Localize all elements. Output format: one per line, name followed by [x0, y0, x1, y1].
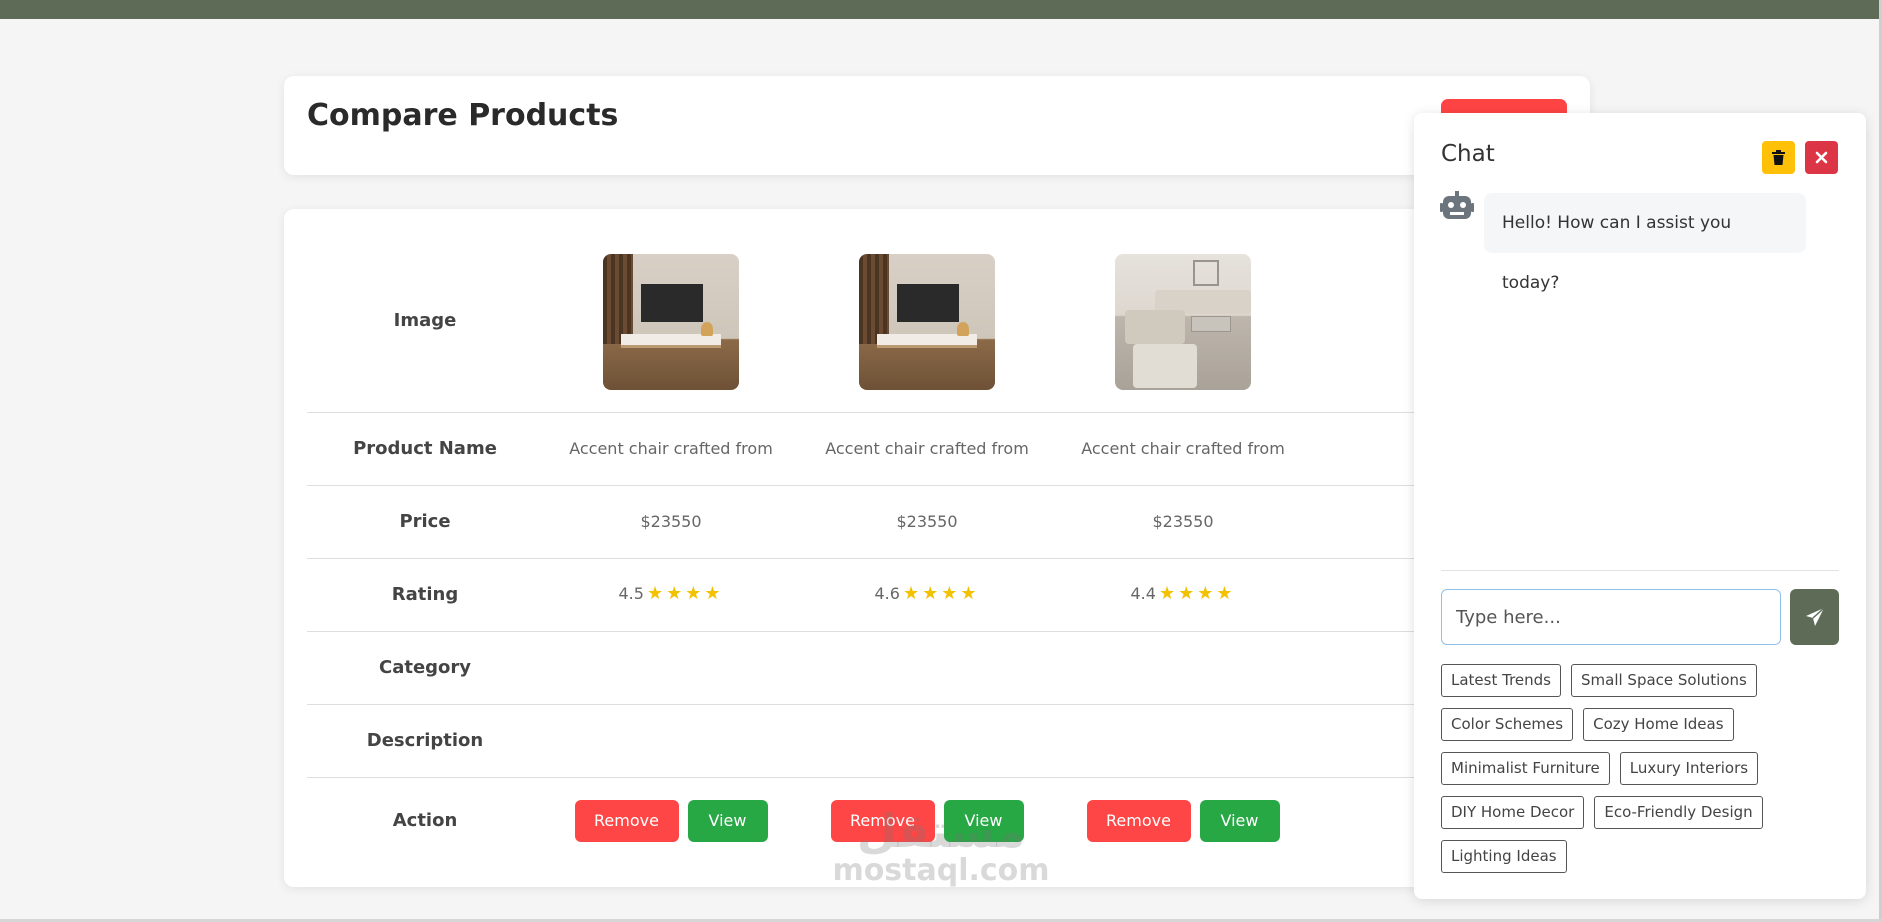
table-row-action: Action Remove View Remove View Remove View — [307, 778, 1567, 868]
product-image[interactable] — [603, 254, 739, 390]
top-accent-bar — [0, 0, 1882, 19]
row-label-price: Price — [399, 511, 451, 532]
suggestion-chip[interactable]: DIY Home Decor — [1441, 796, 1585, 829]
table-row-name: Product Name Accent chair crafted from A… — [307, 413, 1567, 486]
star-icons: ★★★★ — [1158, 583, 1236, 604]
product-name: Accent chair crafted from — [569, 439, 773, 458]
product-image-cell — [799, 254, 1055, 390]
table-row-price: Price $23550 $23550 $23550 — [307, 486, 1567, 559]
product-name: Accent chair crafted from — [1081, 439, 1285, 458]
rating-value: 4.4 — [1130, 584, 1156, 603]
product-image-cell — [1055, 254, 1311, 390]
suggestion-chip[interactable]: Small Space Solutions — [1571, 664, 1757, 697]
remove-button[interactable]: Remove — [830, 800, 935, 842]
table-row-rating: Rating 4.5 ★★★★ 4.6 ★★★★ 4.4 ★★★★ — [307, 559, 1567, 632]
send-button[interactable] — [1790, 589, 1839, 645]
row-label-description: Description — [366, 730, 484, 751]
row-label-name: Product Name — [353, 438, 497, 459]
bot-message: Hello! How can I assist you today? — [1484, 193, 1806, 293]
product-image-cell — [543, 254, 799, 390]
view-button[interactable]: View — [943, 800, 1024, 842]
product-actions: Remove View — [543, 800, 799, 842]
product-rating: 4.4 ★★★★ — [1055, 583, 1311, 604]
close-icon — [1815, 151, 1828, 164]
suggestion-chips: Latest Trends Small Space Solutions Colo… — [1441, 664, 1851, 873]
clear-chat-button[interactable] — [1762, 141, 1795, 174]
table-row-category: Category — [307, 632, 1567, 705]
star-icons: ★★★★ — [902, 583, 980, 604]
product-rating: 4.6 ★★★★ — [799, 583, 1055, 604]
product-price: $23550 — [896, 512, 958, 531]
suggestion-chip[interactable]: Luxury Interiors — [1619, 752, 1759, 785]
product-rating: 4.5 ★★★★ — [543, 583, 799, 604]
chat-divider — [1441, 570, 1839, 571]
suggestion-chip[interactable]: Cozy Home Ideas — [1583, 708, 1734, 741]
suggestion-chip[interactable]: Eco-Friendly Design — [1594, 796, 1763, 829]
product-actions: Remove View — [799, 800, 1055, 842]
paper-plane-icon — [1805, 607, 1825, 626]
compare-header-card: Compare Products — [284, 76, 1590, 175]
product-image[interactable] — [1115, 254, 1251, 390]
row-label-rating: Rating — [391, 584, 459, 605]
trash-icon — [1772, 150, 1785, 165]
suggestion-chip[interactable]: Latest Trends — [1441, 664, 1561, 697]
product-price: $23550 — [1152, 512, 1214, 531]
comparison-table: Image Product Name Accent chair crafted … — [284, 209, 1590, 887]
rating-value: 4.5 — [618, 584, 644, 603]
product-name: Accent chair crafted from — [825, 439, 1029, 458]
star-icons: ★★★★ — [646, 583, 724, 604]
suggestion-chip[interactable]: Lighting Ideas — [1441, 840, 1567, 873]
view-button[interactable]: View — [1199, 800, 1280, 842]
view-button[interactable]: View — [687, 800, 768, 842]
chat-title: Chat — [1441, 141, 1495, 167]
product-price: $23550 — [640, 512, 702, 531]
chat-panel: Chat Hello! How can I assist you today? … — [1414, 113, 1866, 899]
robot-icon — [1440, 191, 1474, 219]
table-row-description: Description — [307, 705, 1567, 778]
suggestion-chip[interactable]: Color Schemes — [1441, 708, 1574, 741]
product-image[interactable] — [859, 254, 995, 390]
row-label-action: Action — [392, 810, 458, 831]
row-label-category: Category — [378, 657, 472, 678]
page-title: Compare Products — [307, 98, 619, 133]
rating-value: 4.6 — [874, 584, 900, 603]
remove-button[interactable]: Remove — [1086, 800, 1191, 842]
close-chat-button[interactable] — [1805, 141, 1838, 174]
suggestion-chip[interactable]: Minimalist Furniture — [1441, 752, 1610, 785]
table-row-image: Image — [307, 209, 1567, 413]
remove-button[interactable]: Remove — [574, 800, 679, 842]
row-label-image: Image — [393, 310, 457, 331]
chat-message-input[interactable] — [1441, 589, 1781, 645]
product-actions: Remove View — [1055, 800, 1311, 842]
